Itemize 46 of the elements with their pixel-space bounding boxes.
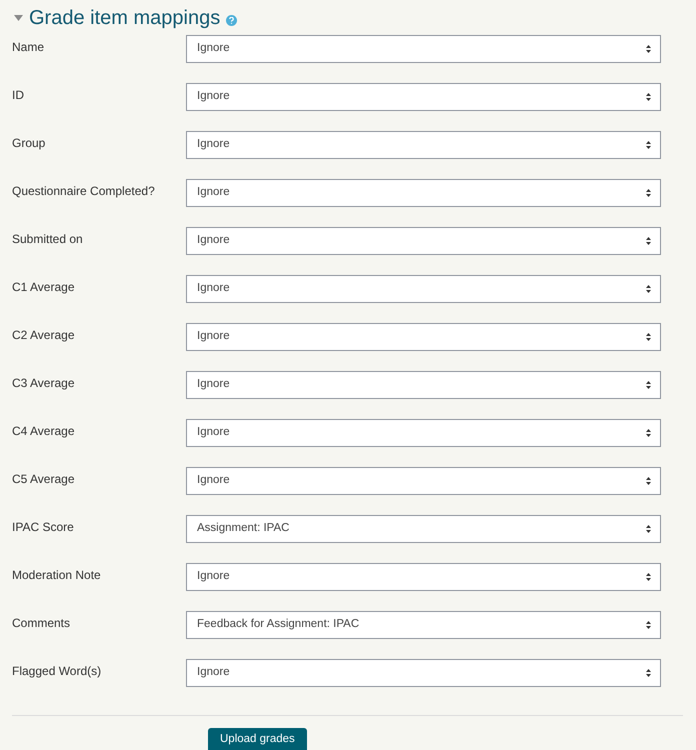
mapping-select[interactable]: Ignore (186, 179, 661, 207)
field-label: Comments (12, 615, 72, 632)
field-label: Submitted on (12, 231, 84, 248)
sort-arrows-icon (646, 669, 651, 677)
mapping-select[interactable]: Ignore (186, 371, 661, 399)
field-label: C2 Average (12, 327, 76, 344)
field-label: Flagged Word(s) (12, 663, 102, 680)
sort-arrows-icon (646, 141, 651, 149)
sort-arrows-icon (646, 285, 651, 293)
mapping-select[interactable]: Ignore (186, 131, 661, 159)
mapping-select[interactable]: Ignore (186, 419, 661, 447)
mapping-select[interactable]: Ignore (186, 659, 661, 687)
sort-arrows-icon (646, 621, 651, 629)
field-label: C1 Average (12, 279, 76, 296)
sort-arrows-icon (646, 189, 651, 197)
collapse-caret-icon[interactable] (14, 14, 23, 20)
sort-arrows-icon (646, 429, 651, 437)
sort-arrows-icon (646, 93, 651, 101)
mapping-select[interactable]: Ignore (186, 35, 661, 63)
sort-arrows-icon (646, 381, 651, 389)
field-label: Name (12, 39, 46, 56)
mapping-select[interactable]: Ignore (186, 275, 661, 303)
mapping-select[interactable]: Feedback for Assignment: IPAC (186, 611, 661, 639)
mapping-select[interactable]: Assignment: IPAC (186, 515, 661, 543)
field-label: IPAC Score (12, 519, 75, 536)
field-label: Questionnaire Completed? (12, 183, 156, 200)
field-label: Group (12, 135, 46, 152)
mapping-select[interactable]: Ignore (186, 563, 661, 591)
upload-button[interactable]: Upload grades (208, 728, 307, 750)
sort-arrows-icon (646, 573, 651, 581)
help-icon[interactable] (226, 15, 238, 26)
sort-arrows-icon (646, 333, 651, 341)
sort-arrows-icon (646, 477, 651, 485)
field-label: C4 Average (12, 423, 76, 440)
section-title: Grade item mappings (29, 8, 220, 28)
field-label: Moderation Note (12, 567, 102, 584)
sort-arrows-icon (646, 525, 651, 533)
mapping-select[interactable]: Ignore (186, 227, 661, 255)
mapping-select[interactable]: Ignore (186, 467, 661, 495)
mapping-select[interactable]: Ignore (186, 323, 661, 351)
field-label: ID (12, 87, 25, 104)
sort-arrows-icon (646, 237, 651, 245)
field-label: C5 Average (12, 471, 76, 488)
mapping-select[interactable]: Ignore (186, 83, 661, 111)
sort-arrows-icon (646, 45, 651, 53)
field-label: C3 Average (12, 375, 76, 392)
